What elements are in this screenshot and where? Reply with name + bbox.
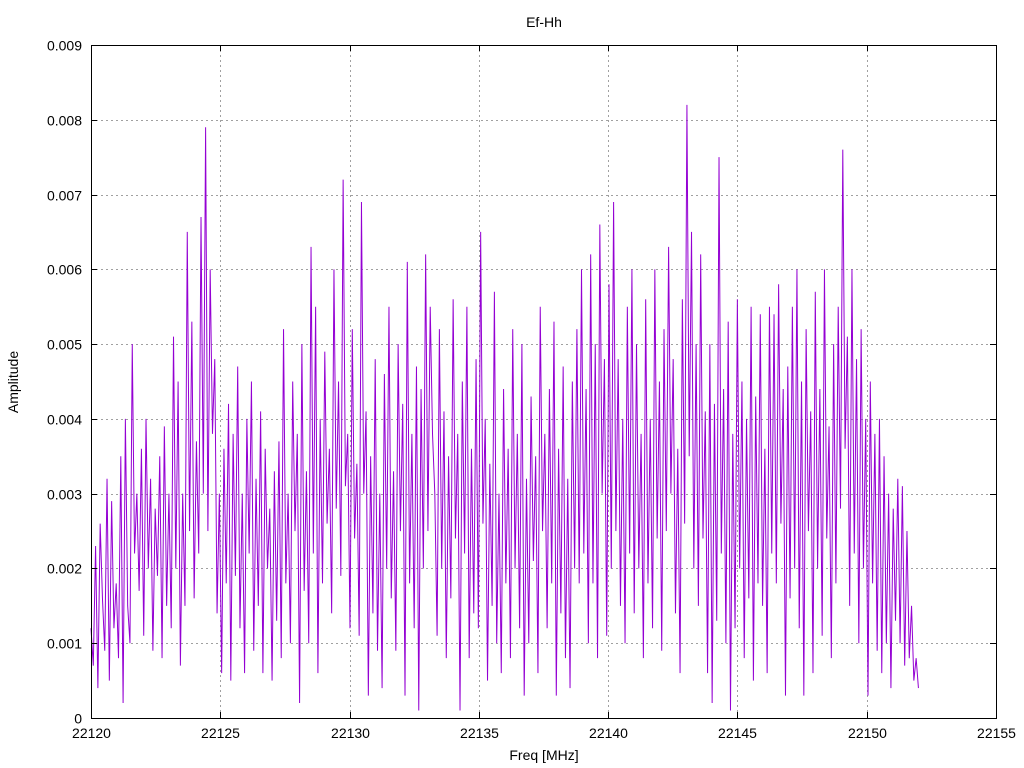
line-chart: 22120 22125 22130 22135 22140 22145 22150 22155…: [5, 14, 1016, 763]
amplitude-series-line: [90, 104, 919, 711]
x-tick-label: 22130: [331, 725, 370, 741]
y-tick-label: 0.006: [47, 262, 82, 278]
y-tick-label: 0.001: [47, 636, 82, 652]
chart-title: Ef-Hh: [526, 14, 562, 30]
y-tick-label: 0.009: [47, 38, 82, 54]
x-tick-label: 22125: [201, 725, 240, 741]
y-axis-tick-labels: 0 0.001 0.002 0.003 0.004 0.005 0.006 0.007 0.00…: [47, 38, 82, 727]
x-tick-label: 22145: [718, 725, 757, 741]
x-tick-label: 22150: [848, 725, 887, 741]
x-axis-tick-labels: 22120 22125 22130 22135 22140 22145 22150 22155: [72, 725, 1016, 741]
x-tick-label: 22120: [72, 725, 111, 741]
x-tick-label: 22140: [589, 725, 628, 741]
x-tick-label: 22155: [977, 725, 1016, 741]
y-tick-label: 0.004: [47, 412, 82, 428]
y-tick-label: 0.002: [47, 561, 82, 577]
y-tick-label: 0.008: [47, 113, 82, 129]
y-tick-label: 0.005: [47, 337, 82, 353]
x-axis-label: Freq [MHz]: [509, 747, 578, 763]
x-tick-label: 22135: [460, 725, 499, 741]
y-axis-label: Amplitude: [5, 351, 21, 413]
y-tick-label: 0.007: [47, 188, 82, 204]
y-tick-label: 0.003: [47, 487, 82, 503]
y-tick-label: 0: [74, 711, 82, 727]
